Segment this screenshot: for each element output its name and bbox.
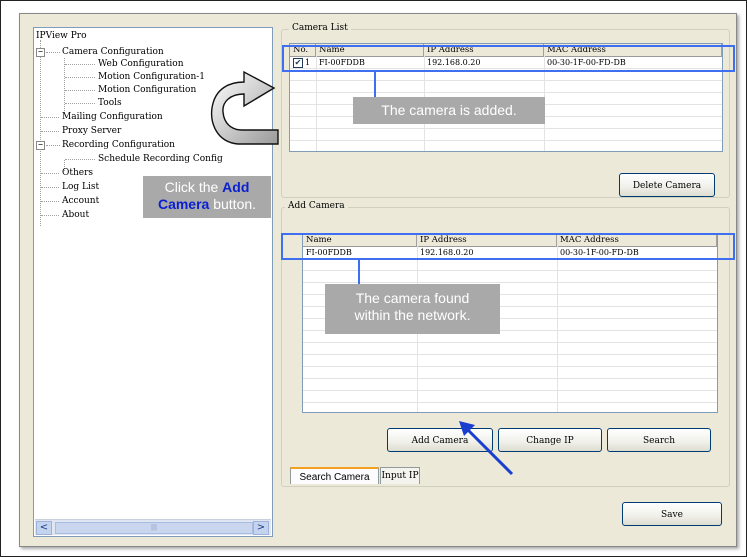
table-row — [303, 391, 717, 403]
tab-search-camera[interactable]: Search Camera — [290, 467, 379, 484]
callout-text-bold: Add — [222, 179, 250, 195]
pointer-arrow-icon — [459, 421, 514, 476]
tree-connector — [64, 58, 65, 113]
camera-list-row-highlight — [282, 45, 735, 72]
collapse-icon[interactable]: − — [36, 48, 45, 57]
tree-item-about[interactable]: About — [62, 210, 89, 220]
click-add-camera-callout: Click the Add Camera button. — [143, 176, 271, 218]
tree-item-others[interactable]: Others — [62, 168, 93, 178]
camera-found-callout: The camera found within the network. — [325, 284, 500, 334]
scrollbar-thumb[interactable]: ||| — [55, 522, 253, 534]
save-button[interactable]: Save — [622, 502, 722, 526]
tree-connector — [41, 201, 59, 202]
tree-item-schedule-recording-config[interactable]: Schedule Recording Config — [98, 154, 223, 164]
settings-window: IPView Pro − Camera Configuration Web Co… — [19, 13, 737, 547]
tree-connector — [65, 103, 95, 104]
camera-list-title: Camera List — [289, 23, 351, 33]
tree-item-account[interactable]: Account — [62, 196, 99, 206]
tree-connector — [41, 215, 59, 216]
add-camera-row-highlight — [281, 233, 735, 260]
horizontal-scrollbar[interactable]: < ||| > — [35, 519, 271, 535]
tree-item-web-configuration[interactable]: Web Configuration — [98, 59, 184, 69]
callout-text-bold: Camera — [157, 196, 210, 212]
tree-connector — [40, 40, 41, 226]
tree-item-motion-configuration[interactable]: Motion Configuration — [98, 85, 196, 95]
callout-connector — [358, 259, 360, 284]
camera-found-line-1: The camera found — [355, 290, 470, 306]
camera-added-callout: The camera is added. — [353, 97, 545, 124]
table-row — [303, 367, 717, 379]
camera-found-line-2: within the network. — [354, 307, 471, 323]
tree-connector — [65, 159, 95, 160]
callout-connector — [374, 71, 376, 97]
scroll-left-icon[interactable]: < — [36, 521, 52, 535]
tree-item-tools[interactable]: Tools — [98, 98, 122, 108]
table-row — [303, 355, 717, 367]
tree-connector — [41, 131, 59, 132]
tree-connector — [46, 145, 60, 146]
delete-camera-button[interactable]: Delete Camera — [619, 173, 715, 197]
tree-connector — [46, 52, 60, 53]
table-row — [303, 379, 717, 391]
tree-connector — [65, 77, 95, 78]
curved-arrow-icon — [210, 70, 279, 145]
tree-item-log-list[interactable]: Log List — [62, 182, 99, 192]
scroll-right-icon[interactable]: > — [253, 521, 269, 535]
table-row — [303, 343, 717, 355]
table-row — [290, 81, 722, 93]
tree-connector — [65, 64, 95, 65]
search-button[interactable]: Search — [607, 428, 711, 452]
tree-item-camera-configuration[interactable]: Camera Configuration — [62, 47, 164, 57]
collapse-icon[interactable]: − — [36, 141, 45, 150]
table-row — [303, 259, 717, 271]
tree-connector — [41, 173, 59, 174]
tree-connector — [65, 90, 95, 91]
tree-connector — [41, 117, 59, 118]
tree-connector — [41, 187, 59, 188]
callout-text-suffix: button. — [209, 196, 257, 212]
callout-text-prefix: Click the — [164, 179, 223, 195]
tree-item-ipview-pro[interactable]: IPView Pro — [36, 31, 87, 41]
tab-input-ip[interactable]: Input IP — [380, 467, 420, 484]
table-row — [290, 129, 722, 141]
tree-item-proxy-server[interactable]: Proxy Server — [62, 126, 121, 136]
tree-item-motion-configuration-1[interactable]: Motion Configuration-1 — [98, 72, 205, 82]
tree-item-recording-configuration[interactable]: Recording Configuration — [62, 140, 175, 150]
tree-item-mailing-configuration[interactable]: Mailing Configuration — [62, 112, 163, 122]
table-row — [303, 271, 717, 283]
add-camera-title: Add Camera — [285, 201, 348, 211]
